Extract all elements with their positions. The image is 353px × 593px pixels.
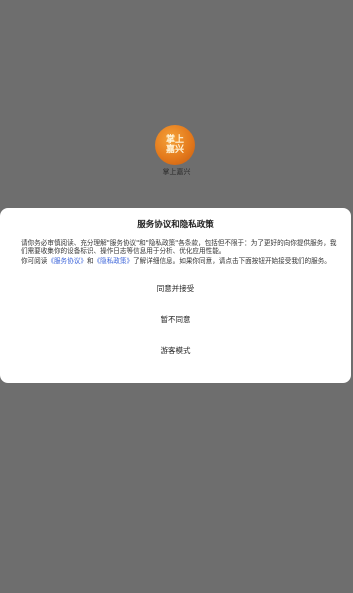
app-logo-icon: 掌上 嘉兴 [155, 125, 195, 165]
agree-button[interactable]: 同意并接受 [8, 281, 343, 296]
privacy-policy-link[interactable]: 《隐私政策》 [94, 257, 134, 265]
disagree-button[interactable]: 暂不同意 [8, 312, 343, 327]
service-agreement-link[interactable]: 《服务协议》 [47, 257, 87, 265]
dialog-actions: 同意并接受 暂不同意 游客模式 [8, 281, 343, 358]
paragraph-2-prefix: 你可阅读 [21, 256, 48, 265]
paragraph-2-suffix: 了解详细信息。如果你同意，请点击下面按钮开始接受我们的服务。 [133, 256, 331, 265]
app-name: 掌上嘉兴 [162, 168, 191, 176]
app-logo-text-line1: 掌上 [165, 135, 184, 145]
dialog-paragraph-1: 请你务必审慎阅读、充分理解"服务协议"和"隐私政策"各条款，包括但不限于：为了更… [21, 239, 337, 256]
dialog-paragraph-2: 你可阅读《服务协议》和《隐私政策》了解详细信息。如果你同意，请点击下面按钮开始接… [8, 257, 343, 265]
paragraph-2-and: 和 [86, 256, 94, 265]
dialog-title: 服务协议和隐私政策 [137, 220, 214, 230]
guest-mode-button[interactable]: 游客模式 [8, 343, 343, 358]
app-logo-text-line2: 嘉兴 [165, 145, 184, 155]
privacy-dialog: 服务协议和隐私政策 请你务必审慎阅读、充分理解"服务协议"和"隐私政策"各条款，… [0, 208, 351, 383]
